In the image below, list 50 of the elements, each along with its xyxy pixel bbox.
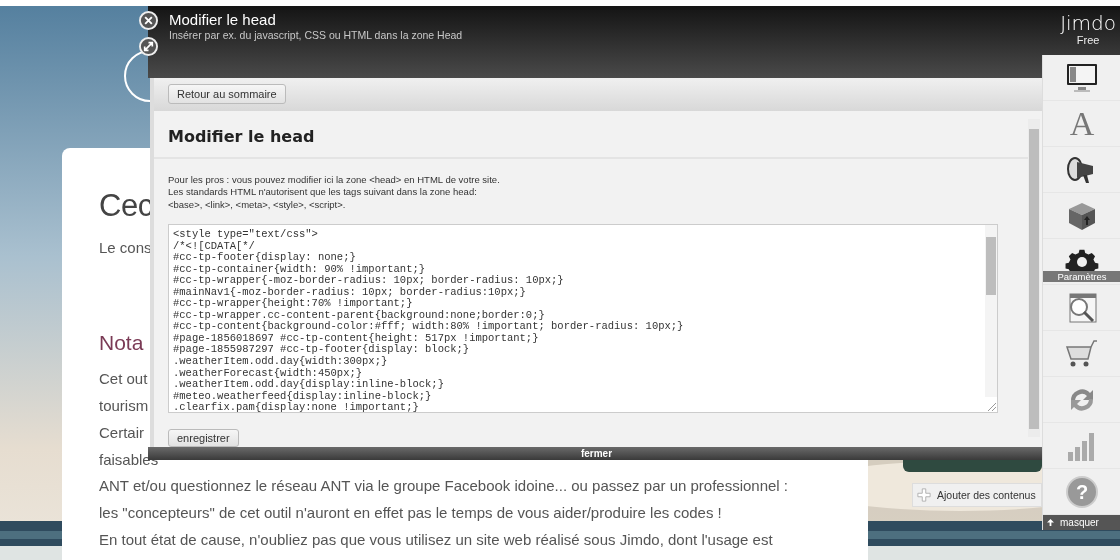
help-text: Les standards HTML n'autorisent que les tags suivant dans la zone head:: [168, 186, 478, 199]
font-icon: A: [1069, 104, 1095, 143]
code-line: <style type="text/css">: [173, 229, 318, 241]
dialog-title: Modifier le head: [169, 11, 277, 29]
help-text: Pour les pros : vous pouvez modifier ici la zone <head> en HTML de votre site.: [168, 173, 500, 186]
plus-icon: [917, 488, 931, 502]
arrow-up-icon: [1047, 519, 1054, 526]
body-text: Certair: [99, 423, 145, 443]
code-line: #cc-tp-content{background-color:#fff; width:80% !important; border-radius: 10px;}: [173, 321, 684, 333]
resize-grip-icon[interactable]: [985, 400, 997, 412]
plan-label: Free: [1076, 34, 1100, 46]
code-line: .weatherItem.odd.day{display:inline-block;}: [173, 379, 444, 391]
code-line: #mainNav1{-moz-border-radius: 10px; border-radius:10px;}: [173, 286, 526, 298]
body-text: Cet out: [99, 369, 149, 389]
code-line: #cc-tp-wrapper{-moz-border-radius: 10px; border-radius: 10px;}: [173, 275, 564, 287]
help-text: <base>, <link>, <meta>, <style>, <script>.: [168, 198, 347, 211]
page-heading: Cec: [99, 187, 154, 225]
code-line: .clearfix.pam{display:none !important;}: [173, 402, 419, 412]
add-content-button[interactable]: Ajouter des contenus: [912, 483, 1042, 507]
body-text: En tout état de cause, n'oubliez pas que vous utilisez un site web réalisé sous Jimdo, dont l'usage est: [99, 530, 774, 550]
tooltip-label: Paramètres: [1043, 271, 1120, 282]
code-line: #page-1856018697 #cc-tp-content{height: 517px !important;}: [173, 332, 539, 345]
save-button[interactable]: enregistrer: [168, 429, 239, 447]
code-line: /*<![CDATA[*/: [173, 240, 255, 252]
brand-logo: Jimdo: [1060, 12, 1116, 34]
code-line: #cc-tp-footer{display: none;}: [173, 252, 356, 264]
sidebar-item[interactable]: Paramètres: [1043, 239, 1120, 285]
dialog-subtitle: Insérer par ex. du javascript, CSS ou HTML dans la zone Head: [169, 29, 463, 41]
body-text: tourism: [99, 396, 150, 416]
help-icon: ?: [1066, 475, 1098, 508]
code-line: .weatherForecast{width:450px;}: [173, 367, 363, 379]
section-heading: Nota: [99, 330, 145, 356]
back-button[interactable]: Retour au sommaire: [168, 84, 286, 105]
body-text: les "concepteurs" de cet outil n'auront en effet pas le temps de vous aider/produire les codes !: [99, 503, 723, 523]
code-editor[interactable]: [168, 224, 998, 413]
scrollbar[interactable]: [985, 225, 997, 397]
expand-icon[interactable]: [139, 37, 158, 56]
code-line: #meteo.weatherfeed{display:inline-block;}: [173, 390, 432, 402]
close-icon[interactable]: [139, 11, 158, 30]
code-line: #cc-tp-wrapper.cc-content-parent{background:none;border:0;}: [173, 309, 545, 321]
hide-button[interactable]: masquer: [1043, 515, 1120, 530]
code-line: #cc-tp-wrapper{height:70% !important;}: [173, 298, 413, 310]
section-title: Modifier le head: [167, 125, 315, 148]
sidebar-item[interactable]: A: [1043, 101, 1120, 147]
scrollbar[interactable]: [1028, 118, 1040, 437]
code-line: .weatherItem.odd.day{width:300px;}: [173, 356, 388, 368]
code-line: #page-1855987297 #cc-tp-footer{display: block;}: [173, 344, 470, 356]
code-line: #cc-tp-container{width: 90% !important;}: [173, 263, 426, 275]
close-bar[interactable]: fermer: [148, 447, 1045, 460]
body-text: ANT et/ou questionnez le réseau ANT via le groupe Facebook idoine... ou passez par un professionnel :: [99, 476, 790, 496]
